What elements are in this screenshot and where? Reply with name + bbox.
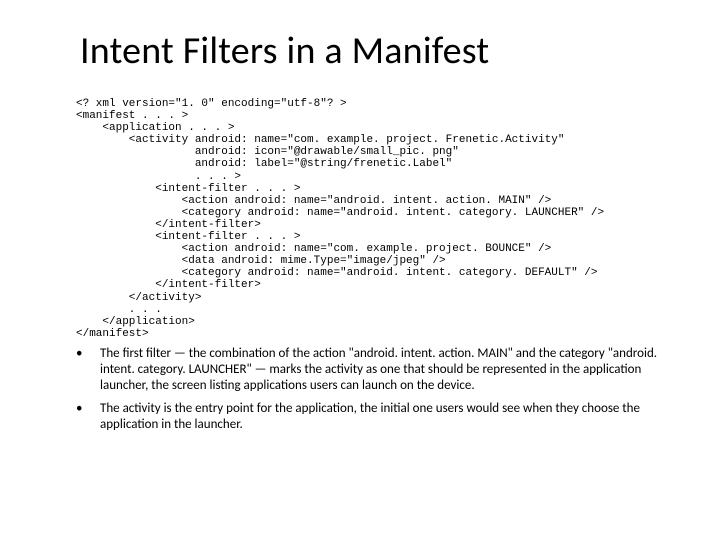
bullet-item: The activity is the entry point for the … bbox=[76, 401, 680, 434]
bullet-list: The first filter — the combination of th… bbox=[60, 346, 680, 433]
slide-title: Intent Filters in a Manifest bbox=[80, 28, 680, 74]
code-block: <? xml version="1. 0" encoding="utf-8"? … bbox=[76, 98, 680, 340]
slide: Intent Filters in a Manifest <? xml vers… bbox=[0, 0, 720, 540]
bullet-item: The first filter — the combination of th… bbox=[76, 346, 680, 395]
